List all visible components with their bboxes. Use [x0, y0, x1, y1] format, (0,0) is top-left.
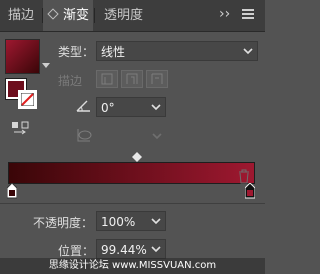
opacity-label: 不透明度：: [33, 216, 94, 230]
aspect-ratio-field[interactable]: [96, 126, 166, 146]
position-label: 位置：: [58, 244, 95, 258]
opacity-field[interactable]: 100%: [96, 211, 166, 231]
angle-icon: [76, 99, 92, 116]
panel-tab-bar: 描边 渐变 透明度 ››: [0, 0, 265, 32]
position-field[interactable]: 99.44%: [96, 239, 166, 259]
chevron-down-icon: [151, 246, 161, 253]
tab-gradient[interactable]: 渐变: [43, 0, 93, 31]
aspect-ratio-icon: [76, 127, 92, 146]
stroke-along-button[interactable]: [121, 70, 143, 88]
panel-overflow-button[interactable]: ››: [219, 6, 230, 22]
opacity-value: 100%: [101, 215, 136, 229]
delete-stop-icon[interactable]: [237, 168, 251, 187]
gradient-preview-swatch[interactable]: [5, 39, 40, 74]
swatch-dropdown-icon[interactable]: [42, 58, 50, 72]
panel-menu-icon[interactable]: [241, 7, 255, 24]
tab-stroke[interactable]: 描边: [8, 0, 34, 31]
tab-diamond-icon: [47, 8, 59, 20]
chevron-down-icon: [151, 104, 161, 111]
stroke-label: 描边: [58, 74, 83, 88]
angle-value: 0°: [101, 101, 115, 115]
chevron-down-icon: [151, 218, 161, 225]
gradient-type-select[interactable]: 线性: [96, 41, 258, 61]
stroke-across-button[interactable]: [146, 70, 168, 88]
angle-field[interactable]: 0°: [96, 97, 166, 117]
type-label: 类型：: [58, 45, 95, 59]
gradient-type-value: 线性: [101, 45, 126, 59]
tab-gradient-label: 渐变: [63, 8, 90, 23]
reverse-gradient-icon[interactable]: [11, 121, 31, 140]
watermark-text: 思缘设计论坛 www.MISSVUAN.com: [0, 258, 265, 274]
chevron-down-icon: [152, 133, 162, 140]
panel-divider: [0, 203, 265, 204]
position-value: 99.44%: [101, 243, 147, 257]
gradient-slider-bar[interactable]: [8, 162, 255, 184]
stroke-within-button[interactable]: [96, 70, 118, 88]
stroke-color-box[interactable]: [18, 90, 37, 109]
none-slash-icon: [21, 93, 34, 106]
tab-transparency[interactable]: 透明度: [104, 0, 143, 31]
tab-divider: [94, 8, 95, 23]
color-stop-start[interactable]: [6, 182, 18, 202]
chevron-down-icon: [243, 48, 253, 55]
